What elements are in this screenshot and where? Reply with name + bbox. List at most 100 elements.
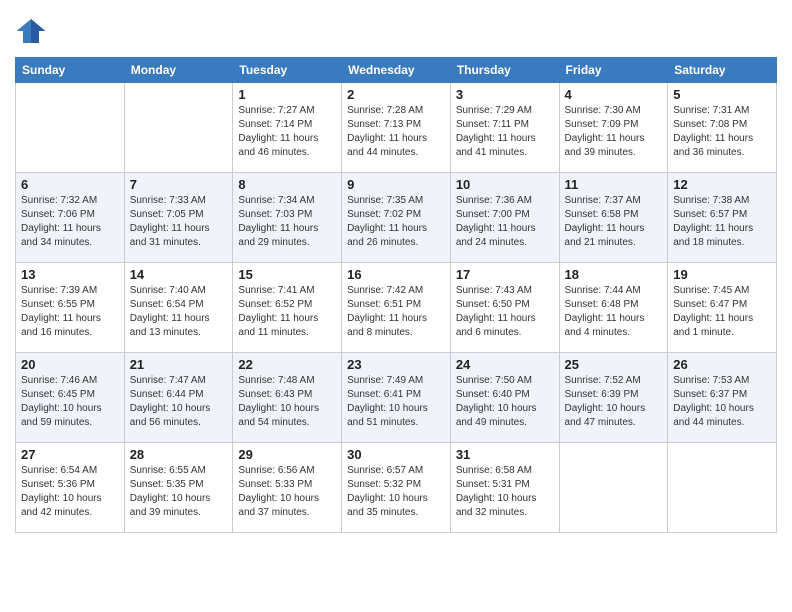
cell-daylight: Daylight: 10 hours and 39 minutes. xyxy=(130,492,228,520)
calendar-week-row: 20 Sunrise: 7:46 AMSunset: 6:45 PMDayligh… xyxy=(16,353,777,443)
cell-daylight: Daylight: 10 hours and 54 minutes. xyxy=(238,402,336,430)
cell-info: Sunrise: 6:58 AMSunset: 5:31 PMDaylight:… xyxy=(456,464,554,520)
cell-daylight: Daylight: 11 hours and 13 minutes. xyxy=(130,312,228,340)
cell-day-number: 7 xyxy=(130,177,228,192)
cell-info: Sunrise: 7:38 AMSunset: 6:57 PMDaylight:… xyxy=(673,194,771,250)
cell-daylight: Daylight: 11 hours and 16 minutes. xyxy=(21,312,119,340)
calendar-cell: 6Sunrise: 7:32 AMSunset: 7:06 PMDaylight… xyxy=(16,173,125,263)
cell-daylight: Daylight: 11 hours and 11 minutes. xyxy=(238,312,336,340)
cell-day-number: 6 xyxy=(21,177,119,192)
cell-day-number: 26 xyxy=(673,357,771,372)
cell-daylight: Daylight: 11 hours and 24 minutes. xyxy=(456,222,554,250)
cell-daylight: Daylight: 10 hours and 49 minutes. xyxy=(456,402,554,430)
cell-sunrise: Sunrise: 7:43 AM xyxy=(456,284,554,298)
calendar-cell: 14Sunrise: 7:40 AMSunset: 6:54 PMDayligh… xyxy=(124,263,233,353)
logo xyxy=(15,15,53,47)
calendar-cell: 31 Sunrise: 6:58 AMSunset: 5:31 PMDayligh… xyxy=(450,443,559,533)
cell-info: Sunrise: 7:31 AMSunset: 7:08 PMDaylight:… xyxy=(673,104,771,160)
cell-day-number: 31 xyxy=(456,447,554,462)
cell-sunset: Sunset: 6:37 PM xyxy=(673,388,771,402)
cell-day-number: 22 xyxy=(238,357,336,372)
cell-daylight: Daylight: 11 hours and 31 minutes. xyxy=(130,222,228,250)
cell-info: Sunrise: 7:35 AMSunset: 7:02 PMDaylight:… xyxy=(347,194,445,250)
cell-daylight: Daylight: 11 hours and 36 minutes. xyxy=(673,132,771,160)
cell-sunrise: Sunrise: 7:36 AM xyxy=(456,194,554,208)
cell-day-number: 21 xyxy=(130,357,228,372)
cell-sunrise: Sunrise: 7:37 AM xyxy=(565,194,663,208)
col-sunday: Sunday xyxy=(16,58,125,83)
cell-day-number: 17 xyxy=(456,267,554,282)
cell-sunset: Sunset: 6:52 PM xyxy=(238,298,336,312)
cell-info: Sunrise: 7:29 AMSunset: 7:11 PMDaylight:… xyxy=(456,104,554,160)
cell-day-number: 27 xyxy=(21,447,119,462)
cell-sunset: Sunset: 6:51 PM xyxy=(347,298,445,312)
cell-daylight: Daylight: 11 hours and 8 minutes. xyxy=(347,312,445,340)
cell-sunset: Sunset: 6:43 PM xyxy=(238,388,336,402)
calendar-cell: 2Sunrise: 7:28 AMSunset: 7:13 PMDaylight… xyxy=(342,83,451,173)
cell-sunset: Sunset: 6:48 PM xyxy=(565,298,663,312)
cell-info: Sunrise: 7:46 AMSunset: 6:45 PMDaylight:… xyxy=(21,374,119,430)
cell-info: Sunrise: 7:37 AMSunset: 6:58 PMDaylight:… xyxy=(565,194,663,250)
cell-daylight: Daylight: 11 hours and 34 minutes. xyxy=(21,222,119,250)
cell-sunrise: Sunrise: 6:55 AM xyxy=(130,464,228,478)
weekday-header-row: Sunday Monday Tuesday Wednesday Thursday… xyxy=(16,58,777,83)
col-thursday: Thursday xyxy=(450,58,559,83)
cell-sunset: Sunset: 5:32 PM xyxy=(347,478,445,492)
calendar-cell xyxy=(124,83,233,173)
page-header xyxy=(15,15,777,47)
calendar-cell: 29Sunrise: 6:56 AMSunset: 5:33 PMDayligh… xyxy=(233,443,342,533)
cell-info: Sunrise: 7:41 AMSunset: 6:52 PMDaylight:… xyxy=(238,284,336,340)
cell-info: Sunrise: 7:36 AMSunset: 7:00 PMDaylight:… xyxy=(456,194,554,250)
cell-sunset: Sunset: 7:06 PM xyxy=(21,208,119,222)
calendar-cell: 17Sunrise: 7:43 AMSunset: 6:50 PMDayligh… xyxy=(450,263,559,353)
calendar-page: Sunday Monday Tuesday Wednesday Thursday… xyxy=(0,0,792,543)
cell-sunset: Sunset: 6:54 PM xyxy=(130,298,228,312)
cell-daylight: Daylight: 10 hours and 59 minutes. xyxy=(21,402,119,430)
cell-day-number: 29 xyxy=(238,447,336,462)
cell-sunset: Sunset: 7:02 PM xyxy=(347,208,445,222)
cell-info: Sunrise: 7:34 AMSunset: 7:03 PMDaylight:… xyxy=(238,194,336,250)
cell-sunrise: Sunrise: 7:41 AM xyxy=(238,284,336,298)
calendar-cell: 30Sunrise: 6:57 AMSunset: 5:32 PMDayligh… xyxy=(342,443,451,533)
cell-day-number: 3 xyxy=(456,87,554,102)
cell-sunrise: Sunrise: 7:29 AM xyxy=(456,104,554,118)
cell-sunset: Sunset: 7:14 PM xyxy=(238,118,336,132)
cell-daylight: Daylight: 11 hours and 41 minutes. xyxy=(456,132,554,160)
cell-sunset: Sunset: 6:39 PM xyxy=(565,388,663,402)
cell-day-number: 10 xyxy=(456,177,554,192)
cell-day-number: 25 xyxy=(565,357,663,372)
cell-daylight: Daylight: 10 hours and 32 minutes. xyxy=(456,492,554,520)
cell-day-number: 5 xyxy=(673,87,771,102)
cell-day-number: 16 xyxy=(347,267,445,282)
cell-sunrise: Sunrise: 6:54 AM xyxy=(21,464,119,478)
calendar-cell: 26Sunrise: 7:53 AMSunset: 6:37 PMDayligh… xyxy=(668,353,777,443)
cell-info: Sunrise: 7:27 AMSunset: 7:14 PMDaylight:… xyxy=(238,104,336,160)
cell-sunrise: Sunrise: 7:52 AM xyxy=(565,374,663,388)
cell-sunrise: Sunrise: 7:44 AM xyxy=(565,284,663,298)
calendar-week-row: 1Sunrise: 7:27 AMSunset: 7:14 PMDaylight… xyxy=(16,83,777,173)
cell-day-number: 20 xyxy=(21,357,119,372)
cell-sunset: Sunset: 6:57 PM xyxy=(673,208,771,222)
cell-day-number: 19 xyxy=(673,267,771,282)
cell-daylight: Daylight: 11 hours and 44 minutes. xyxy=(347,132,445,160)
cell-sunset: Sunset: 5:31 PM xyxy=(456,478,554,492)
calendar-cell: 7Sunrise: 7:33 AMSunset: 7:05 PMDaylight… xyxy=(124,173,233,263)
cell-sunrise: Sunrise: 7:34 AM xyxy=(238,194,336,208)
calendar-cell: 23Sunrise: 7:49 AMSunset: 6:41 PMDayligh… xyxy=(342,353,451,443)
cell-day-number: 30 xyxy=(347,447,445,462)
calendar-cell: 9Sunrise: 7:35 AMSunset: 7:02 PMDaylight… xyxy=(342,173,451,263)
cell-sunset: Sunset: 7:08 PM xyxy=(673,118,771,132)
cell-sunrise: Sunrise: 7:38 AM xyxy=(673,194,771,208)
cell-daylight: Daylight: 10 hours and 51 minutes. xyxy=(347,402,445,430)
cell-daylight: Daylight: 10 hours and 44 minutes. xyxy=(673,402,771,430)
calendar-cell xyxy=(16,83,125,173)
cell-day-number: 14 xyxy=(130,267,228,282)
calendar-cell: 13Sunrise: 7:39 AMSunset: 6:55 PMDayligh… xyxy=(16,263,125,353)
cell-info: Sunrise: 7:52 AMSunset: 6:39 PMDaylight:… xyxy=(565,374,663,430)
cell-day-number: 12 xyxy=(673,177,771,192)
cell-daylight: Daylight: 11 hours and 18 minutes. xyxy=(673,222,771,250)
calendar-cell: 25 Sunrise: 7:52 AMSunset: 6:39 PMDayligh… xyxy=(559,353,668,443)
cell-sunrise: Sunrise: 7:33 AM xyxy=(130,194,228,208)
cell-sunset: Sunset: 5:33 PM xyxy=(238,478,336,492)
cell-sunrise: Sunrise: 7:42 AM xyxy=(347,284,445,298)
